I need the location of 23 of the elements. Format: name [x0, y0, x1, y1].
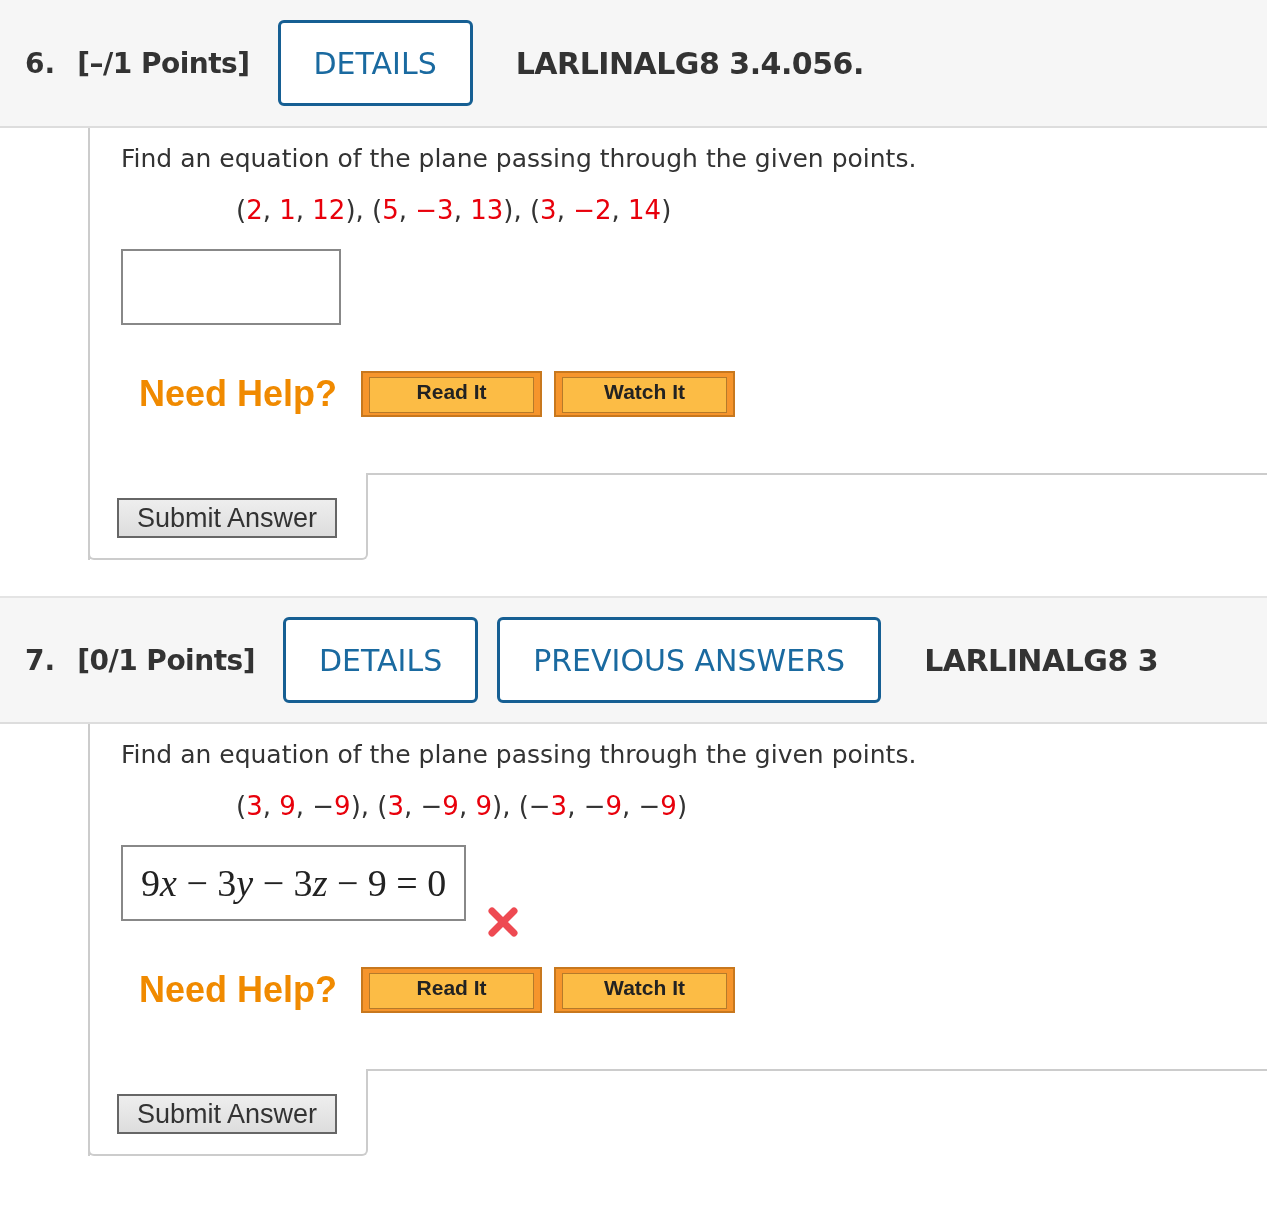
points-label: [–/1 Points] [77, 46, 250, 80]
question-text: Find an equation of the plane passing through the given points. [121, 740, 918, 769]
submit-answer-button[interactable]: Submit Answer [117, 498, 337, 538]
points-label: [0/1 Points] [77, 643, 255, 677]
header-button[interactable]: PREVIOUS ANSWERS [497, 617, 882, 703]
need-help-label: Need Help? [139, 373, 338, 415]
header-button[interactable]: DETAILS [277, 20, 473, 106]
given-points: (3, 9, −9), (3, −9, 9), (−3, −9, −9) [236, 791, 689, 821]
question-number: 7. [25, 643, 56, 677]
answer-field[interactable] [121, 249, 341, 325]
question-number: 6. [25, 46, 56, 80]
help-button[interactable]: Read It [361, 371, 543, 417]
given-points: (2, 1, 12), (5, −3, 13), (3, −2, 14) [236, 195, 673, 225]
question-text: Find an equation of the plane passing through the given points. [121, 144, 918, 173]
problem-code: LARLINALG8 3 [924, 642, 1159, 678]
problem-code: LARLINALG8 3.4.056. [515, 45, 864, 81]
need-help-label: Need Help? [139, 969, 338, 1011]
help-button[interactable]: Watch It [554, 967, 736, 1013]
answer-field[interactable]: 9x − 3y − 3z − 9 = 0 [121, 845, 467, 921]
submit-answer-button[interactable]: Submit Answer [117, 1094, 337, 1134]
help-button[interactable]: Watch It [554, 371, 736, 417]
header-button[interactable]: DETAILS [283, 617, 479, 703]
help-button[interactable]: Read It [361, 967, 543, 1013]
